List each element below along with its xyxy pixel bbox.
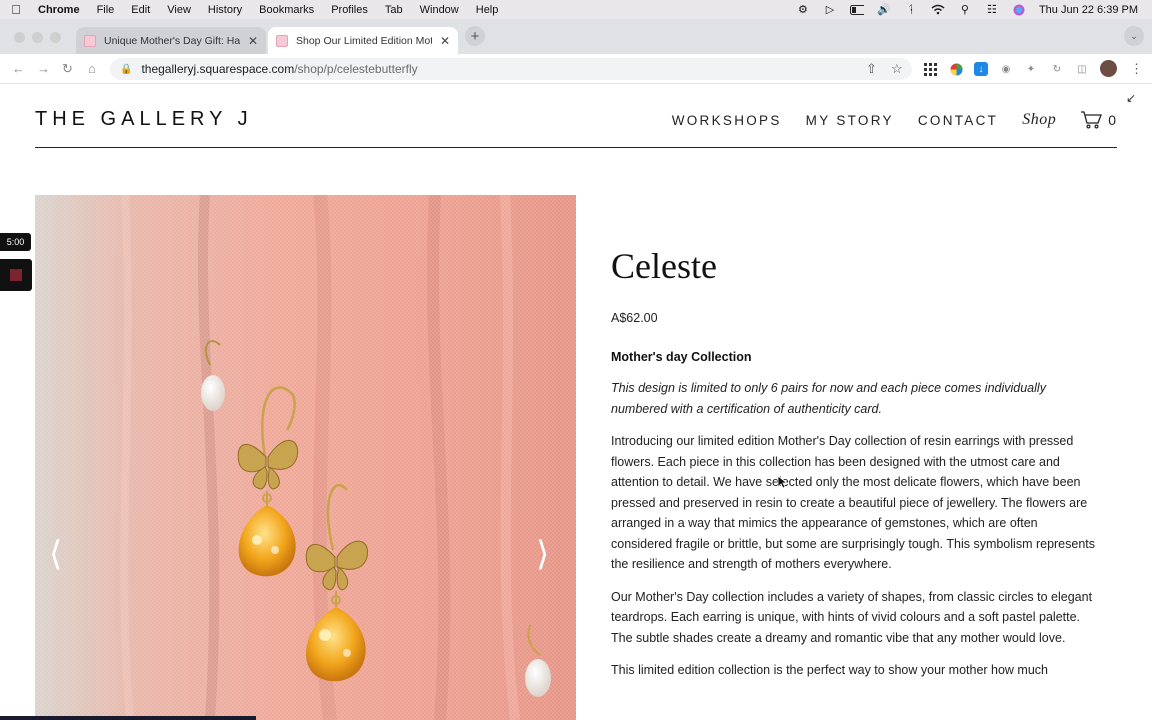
header-divider: [35, 147, 1117, 148]
product-image-slideshow[interactable]: ⟨ ⟩: [35, 195, 576, 720]
back-arrow-icon[interactable]: ←: [12, 61, 25, 76]
macos-menubar:  Chrome File Edit View History Bookmark…: [0, 0, 1152, 19]
bookmark-star-icon[interactable]: ☆: [891, 61, 903, 77]
web-page: THE GALLERY J ↙ WORKSHOPS MY STORY CONTA…: [0, 84, 1152, 720]
url-path: /shop/p/celestebutterfly: [294, 62, 418, 76]
nav-my-story[interactable]: MY STORY: [806, 113, 894, 128]
site-favicon-icon: [276, 34, 288, 47]
battery-icon[interactable]: [849, 4, 864, 16]
mouse-cursor-icon: [777, 475, 789, 492]
site-logo[interactable]: THE GALLERY J: [35, 108, 253, 131]
menu-history[interactable]: History: [208, 4, 242, 16]
product-price: A$62.00: [611, 311, 658, 325]
cart-button[interactable]: 0: [1080, 111, 1116, 129]
nav-contact[interactable]: CONTACT: [918, 113, 998, 128]
menu-profiles[interactable]: Profiles: [331, 4, 368, 16]
tab-strip: Unique Mother's Day Gift: Han ✕ Shop Our…: [0, 19, 1152, 54]
menu-bookmarks[interactable]: Bookmarks: [259, 4, 314, 16]
site-nav: WORKSHOPS MY STORY CONTACT Shop 0: [672, 111, 1152, 129]
browser-toolbar: ← → ↻ ⌂ 🔒 thegalleryj.squarespace.com/sh…: [0, 54, 1152, 84]
page-progress-bar: [0, 716, 256, 720]
tab-search-chevron-icon[interactable]: ⌄: [1124, 26, 1144, 46]
tab-shop-limited-edition[interactable]: Shop Our Limited Edition Moth ✕: [268, 27, 458, 54]
description-paragraph-2: Our Mother's Day collection includes a v…: [611, 589, 1093, 645]
tab-title: Unique Mother's Day Gift: Han: [104, 34, 240, 47]
home-icon[interactable]: ⌂: [88, 61, 96, 76]
lock-icon[interactable]: 🔒: [120, 64, 132, 75]
siri-icon[interactable]: [1012, 4, 1026, 16]
menu-edit[interactable]: Edit: [131, 4, 150, 16]
close-window-button[interactable]: [14, 32, 25, 43]
bluetooth-icon[interactable]: ᛑ: [904, 4, 918, 16]
menu-view[interactable]: View: [167, 4, 191, 16]
previous-slide-arrow-icon[interactable]: ⟨: [49, 534, 62, 574]
collection-heading: Mother's day Collection: [611, 350, 752, 364]
site-favicon-icon: [84, 34, 96, 47]
next-slide-arrow-icon[interactable]: ⟩: [536, 534, 549, 574]
color-picker-extension-icon[interactable]: [949, 62, 963, 76]
apple-icon[interactable]: : [10, 2, 22, 17]
product-photo: [35, 195, 576, 720]
description-paragraph-1: Introducing our limited edition Mother's…: [611, 434, 1096, 571]
menu-window[interactable]: Window: [420, 4, 459, 16]
nav-shop[interactable]: Shop: [1022, 111, 1056, 129]
puzzle-extensions-icon[interactable]: ✦: [1024, 62, 1038, 76]
close-tab-icon[interactable]: ✕: [248, 34, 258, 48]
address-bar[interactable]: 🔒 thegalleryj.squarespace.com/shop/p/cel…: [110, 58, 912, 80]
nav-workshops[interactable]: WORKSHOPS: [672, 113, 782, 128]
camera-extension-icon[interactable]: ◉: [999, 62, 1013, 76]
zoom-window-button[interactable]: [50, 32, 61, 43]
chrome-menu-kebab-icon[interactable]: ⋮: [1130, 61, 1143, 77]
wifi-icon[interactable]: [931, 4, 945, 16]
stop-recording-button[interactable]: [0, 259, 32, 291]
reload-icon[interactable]: ↻: [62, 61, 73, 77]
control-center-icon[interactable]: ☷: [985, 4, 999, 16]
menubar-clock[interactable]: Thu Jun 22 6:39 PM: [1039, 4, 1138, 16]
menu-help[interactable]: Help: [476, 4, 499, 16]
collapse-arrow-icon[interactable]: ↙: [1126, 91, 1136, 105]
share-icon[interactable]: ⇧: [866, 61, 877, 77]
profile-avatar[interactable]: [1100, 60, 1117, 77]
menu-tab[interactable]: Tab: [385, 4, 403, 16]
tab-mothers-day-gift[interactable]: Unique Mother's Day Gift: Han ✕: [76, 27, 266, 54]
minimize-window-button[interactable]: [32, 32, 43, 43]
window-controls: [14, 32, 61, 43]
forward-arrow-icon[interactable]: →: [37, 61, 50, 76]
cart-count: 0: [1108, 112, 1116, 128]
tab-title: Shop Our Limited Edition Moth: [296, 34, 432, 47]
menu-app-name[interactable]: Chrome: [38, 4, 80, 16]
gear-status-icon[interactable]: ⚙: [796, 4, 810, 16]
apps-grid-icon[interactable]: [923, 62, 937, 76]
new-tab-button[interactable]: +: [465, 26, 485, 46]
side-panel-icon[interactable]: ◫: [1075, 62, 1089, 76]
timer-widget[interactable]: 5:00: [0, 233, 31, 251]
spotlight-search-icon[interactable]: ⚲: [958, 4, 972, 16]
product-details: Celeste A$62.00 Mother's day Collection …: [611, 245, 1096, 681]
play-status-icon[interactable]: ▷: [823, 4, 837, 16]
product-title: Celeste: [611, 246, 717, 286]
close-tab-icon[interactable]: ✕: [440, 34, 450, 48]
sync-extension-icon[interactable]: ↻: [1050, 62, 1064, 76]
cart-icon: [1081, 111, 1103, 129]
url-host: thegalleryj.squarespace.com: [141, 62, 295, 76]
limited-edition-note: This design is limited to only 6 pairs f…: [611, 381, 1046, 416]
description-paragraph-3: This limited edition collection is the p…: [611, 663, 1048, 677]
volume-icon[interactable]: 🔊: [877, 4, 891, 16]
stop-icon: [10, 269, 22, 281]
menu-file[interactable]: File: [97, 4, 115, 16]
download-extension-icon[interactable]: ↓: [974, 62, 988, 76]
